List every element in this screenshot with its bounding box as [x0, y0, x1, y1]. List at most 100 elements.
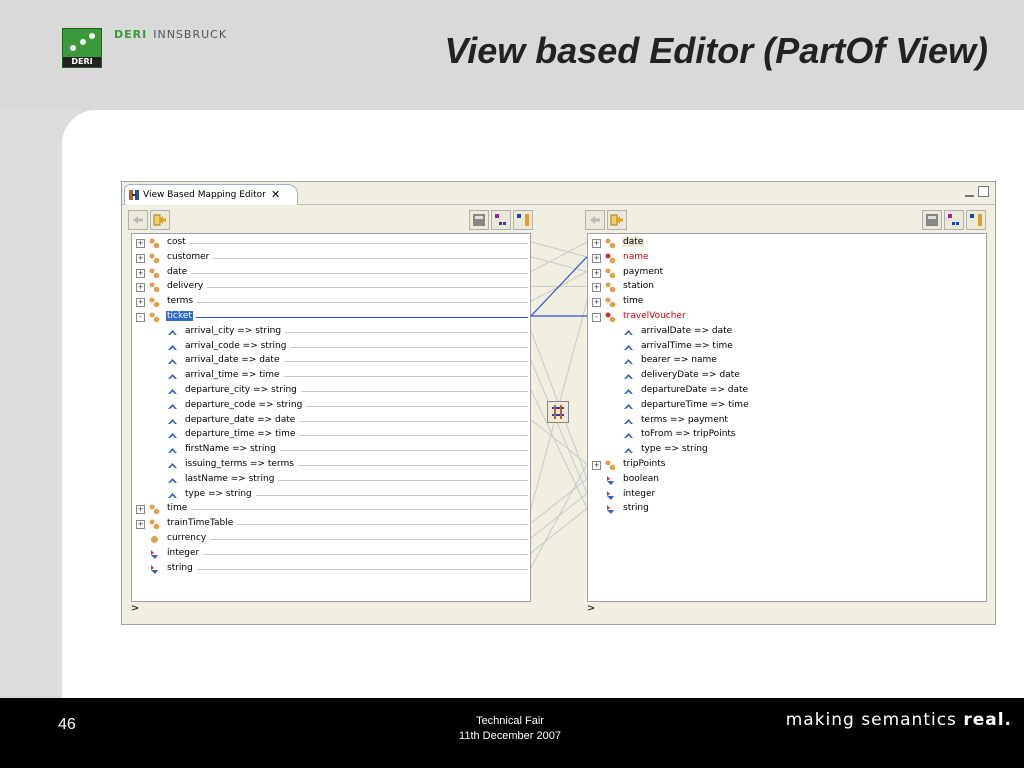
tree-guide-line: [298, 465, 528, 466]
tree-item[interactable]: + payment: [588, 266, 986, 281]
attribute-icon: [168, 374, 177, 380]
expand-toggle[interactable]: +: [136, 268, 145, 278]
tree-attribute-item[interactable]: departure_time => time: [132, 428, 530, 443]
maximize-icon[interactable]: [978, 186, 989, 197]
tree-attribute-item[interactable]: terms => payment: [588, 414, 986, 429]
tree-item-icon: [605, 268, 616, 279]
tab-view-based-mapping-editor[interactable]: View Based Mapping Editor ✕: [124, 184, 298, 205]
minimize-icon[interactable]: [965, 190, 974, 197]
tree-attribute-item[interactable]: toFrom => tripPoints: [588, 428, 986, 443]
expand-toggle[interactable]: +: [136, 505, 145, 515]
tree-attribute-item[interactable]: arrival_time => time: [132, 369, 530, 384]
attribute-icon: [624, 403, 633, 409]
view-mode-2-button[interactable]: [491, 210, 511, 230]
collapse-toggle[interactable]: -: [592, 313, 601, 322]
tree-item[interactable]: + tripPoints: [588, 458, 986, 473]
tree-item-icon: [605, 312, 616, 323]
right-view-mode-1-button[interactable]: [922, 210, 942, 230]
tree-attribute-item[interactable]: arrival_city => string: [132, 325, 530, 340]
tree-attribute-item[interactable]: departureTime => time: [588, 399, 986, 414]
expand-toggle[interactable]: +: [136, 283, 145, 293]
tree-item[interactable]: + name: [588, 251, 986, 266]
tree-item-label: string: [623, 503, 649, 514]
tree-attribute-item[interactable]: departure_code => string: [132, 399, 530, 414]
expand-toggle[interactable]: +: [136, 298, 145, 308]
tree-attribute-item[interactable]: lastName => string: [132, 473, 530, 488]
right-forward-button[interactable]: [607, 210, 627, 230]
tree-attribute-item[interactable]: deliveryDate => date: [588, 369, 986, 384]
tree-item[interactable]: + terms: [132, 295, 530, 310]
tree-attribute-item[interactable]: type => string: [588, 443, 986, 458]
expand-toggle[interactable]: +: [592, 253, 601, 263]
tree-item[interactable]: boolean: [588, 473, 986, 488]
tree-item[interactable]: integer: [588, 488, 986, 503]
tree-attribute-item[interactable]: arrivalTime => time: [588, 340, 986, 355]
tree-item-icon: [605, 297, 616, 308]
tree-item-label: time: [623, 296, 644, 307]
tree-attribute-item[interactable]: firstName => string: [132, 443, 530, 458]
tree-guide-line: [190, 243, 528, 244]
tree-guide-line: [210, 539, 528, 540]
tree-item-label: delivery: [167, 281, 204, 292]
expand-toggle[interactable]: +: [136, 239, 145, 248]
tree-item[interactable]: + station: [588, 280, 986, 295]
tree-guide-line: [280, 450, 528, 452]
tree-guide-line: [299, 435, 528, 437]
expand-toggle[interactable]: +: [592, 239, 601, 248]
attribute-icon: [624, 389, 633, 394]
view-mode-1-button[interactable]: [469, 210, 489, 230]
tree-item[interactable]: + date: [132, 266, 530, 281]
forward-button[interactable]: [150, 210, 170, 230]
tree-attribute-item[interactable]: bearer => name: [588, 354, 986, 369]
tree-attribute-item[interactable]: arrival_date => date: [132, 354, 530, 369]
view-mode-3-button[interactable]: [513, 210, 533, 230]
tree-item-label: date: [167, 266, 188, 277]
right-view-mode-2-button[interactable]: [944, 210, 964, 230]
close-icon[interactable]: ✕: [271, 185, 280, 205]
tree-item[interactable]: + time: [132, 502, 530, 517]
collapse-toggle[interactable]: -: [136, 313, 145, 322]
tree-item-label: issuing_terms => terms: [185, 459, 294, 469]
expand-toggle[interactable]: +: [136, 253, 145, 263]
tree-item[interactable]: + cost: [132, 236, 530, 251]
target-ontology-tree[interactable]: + date + name + payment + station + time - travelVo…: [587, 233, 987, 602]
expand-toggle[interactable]: +: [592, 461, 601, 470]
attribute-icon: [168, 418, 177, 424]
tree-attribute-item[interactable]: type => string: [132, 488, 530, 503]
tree-view-icon: [473, 214, 485, 226]
tree-item[interactable]: + trainTimeTable: [132, 517, 530, 532]
source-ontology-tree[interactable]: + cost + customer + date + delivery + terms - ticke…: [131, 233, 531, 602]
tree-item[interactable]: + customer: [132, 251, 530, 266]
tree-item[interactable]: + date: [588, 236, 986, 251]
back-button[interactable]: [128, 210, 148, 230]
tree-item[interactable]: + time: [588, 295, 986, 310]
tree-item-icon: [149, 282, 160, 293]
right-back-button[interactable]: [585, 210, 605, 230]
tree-item-icon: [623, 386, 634, 397]
expand-toggle[interactable]: +: [592, 283, 601, 293]
tree-attribute-item[interactable]: issuing_terms => terms: [132, 458, 530, 473]
right-view-mode-3-button[interactable]: [966, 210, 986, 230]
tree-item-icon: [167, 342, 178, 353]
tree-item[interactable]: + delivery: [132, 280, 530, 295]
tree-attribute-item[interactable]: departure_date => date: [132, 414, 530, 429]
expand-toggle[interactable]: +: [136, 520, 145, 530]
tree-item[interactable]: string: [132, 562, 530, 577]
tree-item-label: payment: [623, 266, 664, 277]
expand-toggle[interactable]: +: [592, 268, 601, 278]
tree-guide-line: [197, 568, 528, 570]
expand-toggle[interactable]: +: [592, 298, 601, 308]
tree-attribute-item[interactable]: arrival_code => string: [132, 340, 530, 355]
tree-attribute-item[interactable]: departureDate => date: [588, 384, 986, 399]
tree-attribute-item[interactable]: arrivalDate => date: [588, 325, 986, 340]
tree-item-label: date: [622, 237, 645, 247]
tree-attribute-item[interactable]: departure_city => string: [132, 384, 530, 399]
tree-item-label: departure_date => date: [185, 414, 296, 425]
tree-item[interactable]: - travelVoucher: [588, 310, 986, 325]
logo-text: DERI: [63, 57, 101, 67]
map-button[interactable]: [547, 401, 569, 423]
tree-item[interactable]: integer: [132, 547, 530, 562]
tree-item[interactable]: currency: [132, 532, 530, 547]
tree-item[interactable]: - ticket: [132, 310, 530, 325]
tree-item[interactable]: string: [588, 502, 986, 517]
